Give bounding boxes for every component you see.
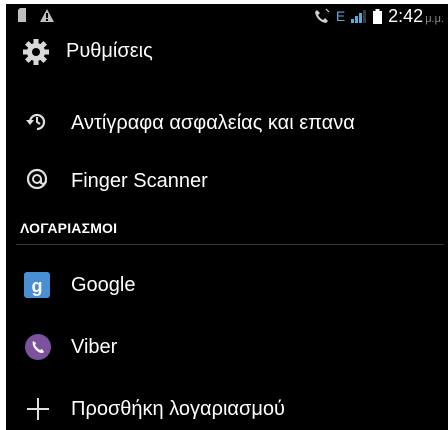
section-divider: [16, 244, 444, 245]
account-item-label: Viber: [71, 336, 118, 358]
add-account-label: Προσθήκη λογαριασμού: [71, 398, 285, 420]
accounts-section-header: ΛΟΓΑΡΙΑΣΜΟΙ: [20, 220, 118, 236]
account-item-viber[interactable]: Viber: [6, 320, 448, 376]
battery-icon: [373, 8, 383, 24]
viber-icon: [25, 334, 51, 360]
settings-item-finger-scanner[interactable]: Finger Scanner: [6, 154, 448, 210]
status-bar-right: E 2:42 μ.μ.: [314, 6, 444, 26]
status-bar-left: [18, 8, 55, 27]
add-account-button[interactable]: Προσθήκη λογαριασμού: [6, 382, 448, 430]
page-title: Ρυθμίσεις: [66, 40, 153, 62]
settings-item-label: Αντίγραφα ασφαλείας και επανα: [71, 112, 355, 134]
svg-text:g: g: [32, 276, 43, 296]
network-type-icon: E: [335, 8, 346, 24]
action-bar[interactable]: Ρυθμίσεις: [6, 30, 448, 74]
settings-screen: E 2:42 μ.μ. Ρυθμίσεις Αντίγραφα ασφαλεία…: [6, 4, 448, 430]
fingerprint-icon: [26, 168, 48, 190]
backup-restore-icon: [26, 113, 46, 131]
warning-icon: [40, 9, 55, 22]
status-ampm: μ.μ.: [425, 12, 444, 25]
account-item-google[interactable]: g Google: [6, 258, 448, 314]
settings-gear-icon: [23, 39, 49, 65]
status-bar: E 2:42 μ.μ.: [6, 4, 448, 26]
google-icon: g: [24, 272, 50, 298]
signal-icon: [351, 10, 367, 23]
settings-item-backup-reset[interactable]: Αντίγραφα ασφαλείας και επανα: [6, 96, 448, 152]
account-item-label: Google: [71, 274, 136, 296]
status-time: 2:42: [388, 5, 424, 26]
plus-icon: [27, 398, 49, 420]
sim-card-icon: [18, 8, 26, 22]
phone-vibrate-icon: [314, 8, 330, 23]
settings-item-label: Finger Scanner: [71, 170, 208, 192]
